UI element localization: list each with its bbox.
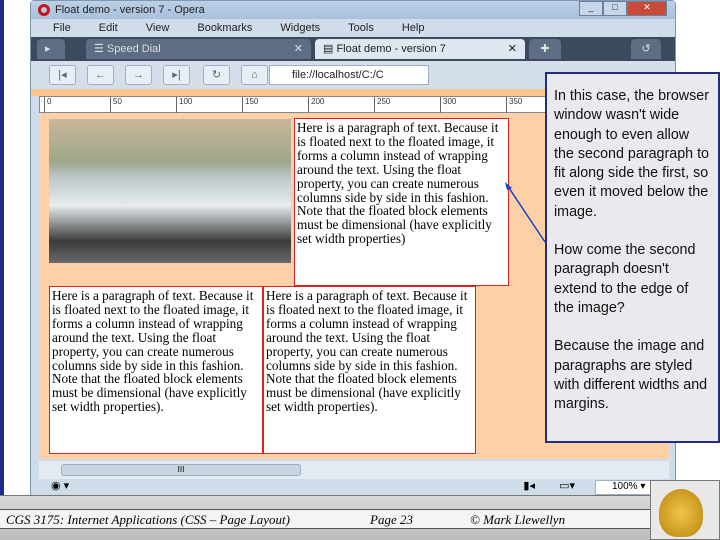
callout-text-2: How come the second paragraph doesn't ex… <box>554 242 696 316</box>
slide-footer: CGS 3175: Internet Applications (CSS – P… <box>0 495 720 540</box>
callout-text-3: Because the image and paragraphs are sty… <box>554 338 708 413</box>
callout-text-1: In this case, the browser window wasn't … <box>554 88 709 220</box>
course-title: CGS 3175: Internet Applications (CSS – P… <box>6 512 290 527</box>
author: © Mark Llewellyn <box>470 512 566 527</box>
ucf-logo <box>650 480 720 540</box>
callout-box: In this case, the browser window wasn't … <box>545 72 720 443</box>
page-number: Page 23 <box>370 512 413 527</box>
